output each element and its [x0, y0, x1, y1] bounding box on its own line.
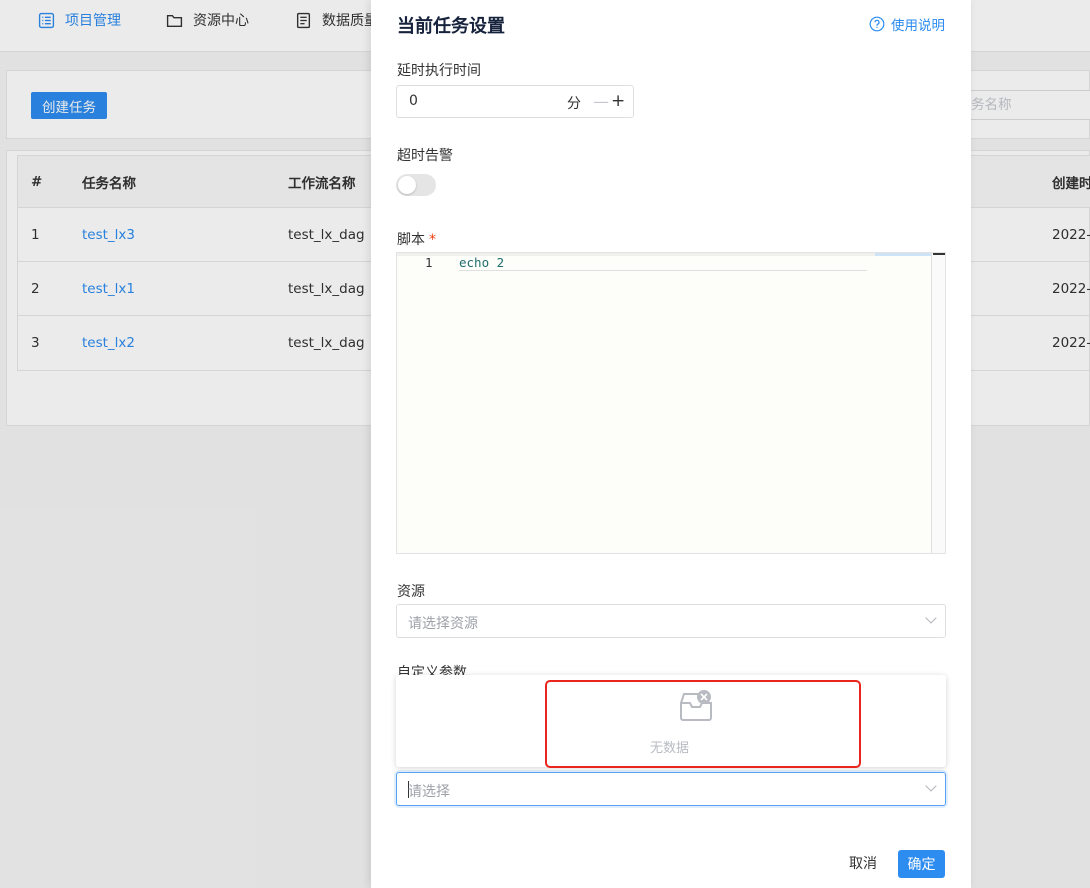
help-link-label: 使用说明 — [891, 18, 945, 34]
scrollbar-thumb[interactable] — [933, 253, 945, 255]
line-number: 1 — [425, 255, 433, 270]
editor-minimap — [875, 253, 931, 256]
resource-label: 资源 — [397, 584, 425, 600]
drawer-title: 当前任务设置 — [397, 16, 505, 37]
delay-time-input[interactable]: 0 分 — + — [396, 85, 634, 118]
delay-time-label: 延时执行时间 — [397, 63, 481, 79]
increment-button[interactable]: + — [611, 91, 625, 111]
custom-param-select-placeholder: 请选择 — [408, 784, 450, 800]
help-link[interactable]: 使用说明 — [869, 14, 945, 34]
question-circle-icon — [869, 16, 885, 32]
resource-select[interactable]: 请选择资源 — [396, 604, 946, 638]
script-label: 脚本 * — [397, 229, 436, 249]
confirm-button[interactable]: 确定 — [898, 850, 945, 878]
code-line[interactable]: echo 2 — [459, 255, 867, 271]
resource-select-placeholder: 请选择资源 — [408, 616, 478, 632]
script-code-editor[interactable]: 1 echo 2 — [396, 252, 946, 554]
custom-param-label: 自定义参数 — [397, 665, 467, 675]
delay-time-unit: 分 — [567, 96, 581, 112]
chevron-down-icon — [925, 780, 937, 792]
cancel-button[interactable]: 取消 — [849, 853, 877, 873]
timeout-alarm-toggle[interactable] — [396, 174, 436, 196]
editor-scrollbar[interactable] — [931, 253, 945, 553]
decrement-button[interactable]: — — [593, 92, 609, 111]
toggle-knob — [398, 176, 416, 194]
highlight-annotation-box — [545, 680, 861, 768]
chevron-down-icon — [925, 612, 937, 624]
delay-time-value: 0 — [409, 93, 418, 109]
custom-param-select[interactable]: 请选择 — [396, 772, 946, 806]
required-mark: * — [429, 232, 436, 248]
timeout-alarm-label: 超时告警 — [397, 148, 453, 164]
script-label-text: 脚本 — [397, 232, 425, 248]
